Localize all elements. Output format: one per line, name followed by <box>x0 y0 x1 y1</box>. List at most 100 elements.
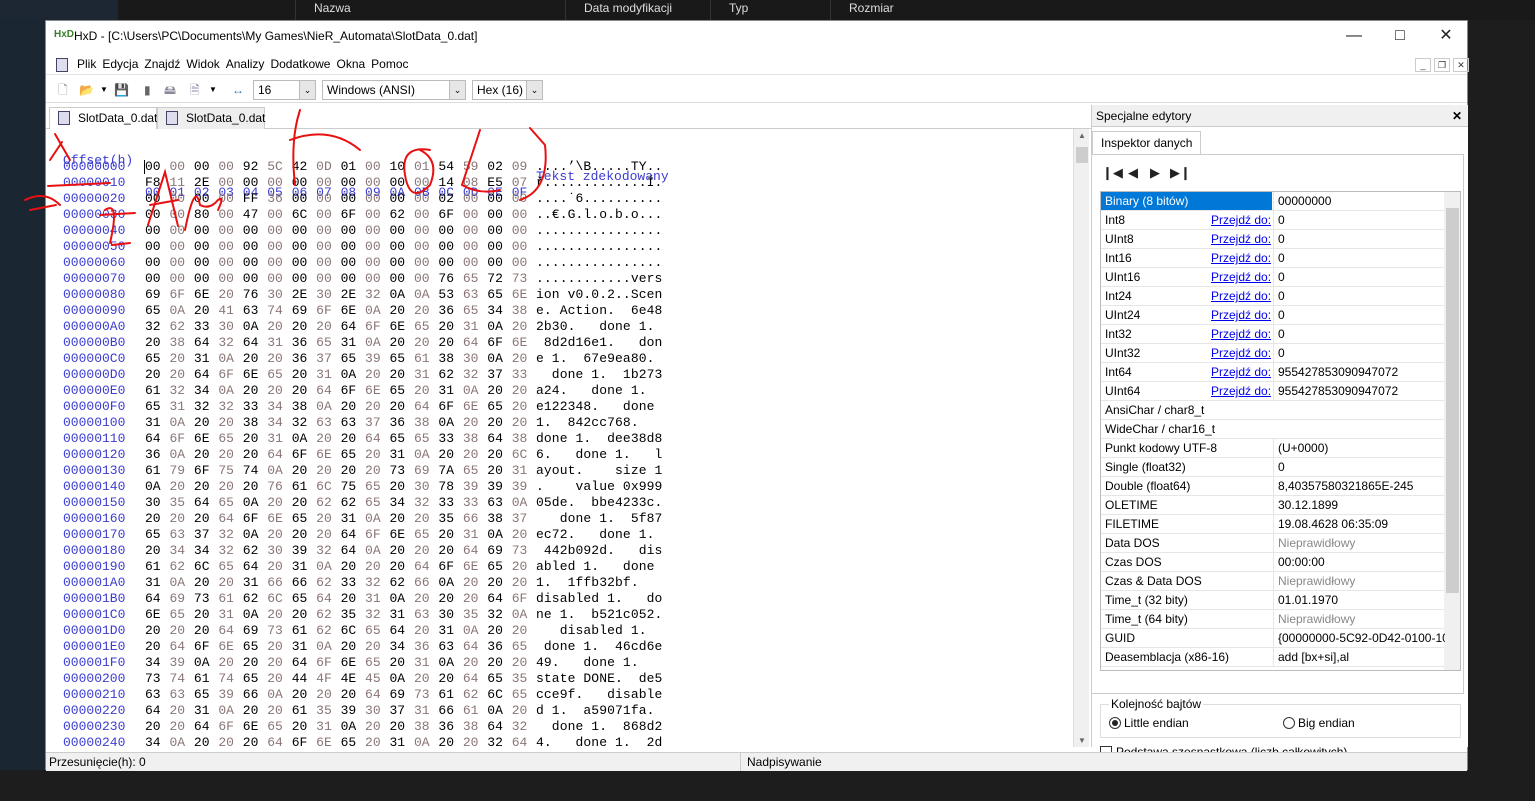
hex-byte[interactable]: 20 <box>267 383 287 399</box>
hex-byte[interactable]: 76 <box>438 271 458 287</box>
inspector-value[interactable]: 19.08.4628 06:35:09 <box>1273 515 1445 533</box>
hex-byte[interactable]: 36 <box>414 639 434 655</box>
hex-byte[interactable]: 65 <box>390 431 410 447</box>
hex-byte[interactable]: 65 <box>487 559 507 575</box>
goto-link[interactable]: Przejdź do: <box>1211 268 1271 286</box>
close-button[interactable]: ✕ <box>1423 25 1469 49</box>
decoded-text[interactable]: ec72. done 1. <box>536 527 662 543</box>
hex-byte[interactable]: 53 <box>438 287 458 303</box>
hex-byte[interactable]: 20 <box>292 687 312 703</box>
hex-byte[interactable]: 65 <box>218 559 238 575</box>
hex-byte[interactable]: 20 <box>438 543 458 559</box>
hex-byte[interactable]: 00 <box>145 239 165 255</box>
hex-byte[interactable]: 64 <box>145 591 165 607</box>
last-icon[interactable]: ▶❙ <box>1170 165 1191 181</box>
hex-byte[interactable]: 61 <box>145 383 165 399</box>
hex-byte[interactable]: 30 <box>267 543 287 559</box>
inspector-row[interactable]: Int64 Przejdź do: 955427853090947072 <box>1101 363 1444 382</box>
hex-byte[interactable]: 00 <box>169 223 189 239</box>
hex-byte[interactable]: 00 <box>243 271 263 287</box>
inspector-row[interactable]: UInt64 Przejdź do: 955427853090947072 <box>1101 382 1444 401</box>
disk-icon[interactable]: 🖴 <box>164 81 176 99</box>
menu-edycja[interactable]: Edycja <box>99 53 141 75</box>
hex-byte[interactable]: 20 <box>243 351 263 367</box>
hex-byte[interactable]: 34 <box>194 383 214 399</box>
inspector-value[interactable]: 30.12.1899 <box>1273 496 1445 514</box>
goto-link[interactable]: Przejdź do: <box>1211 382 1271 400</box>
goto-link[interactable]: Przejdź do: <box>1211 325 1271 343</box>
hex-byte[interactable]: 20 <box>512 703 532 719</box>
inspector-row[interactable]: Int16 Przejdź do: 0 <box>1101 249 1444 268</box>
hex-byte[interactable]: 66 <box>463 511 483 527</box>
hex-byte[interactable]: 69 <box>243 623 263 639</box>
hex-byte[interactable]: 20 <box>169 351 189 367</box>
hex-byte[interactable]: 00 <box>365 159 385 175</box>
maximize-button[interactable]: □ <box>1377 25 1423 49</box>
inspector-value[interactable]: 0 <box>1273 268 1445 286</box>
hex-byte[interactable]: 0A <box>438 415 458 431</box>
decoded-text[interactable]: 6. done 1. l <box>536 447 662 463</box>
hex-byte[interactable]: 6F <box>218 367 238 383</box>
hex-byte[interactable]: 20 <box>512 415 532 431</box>
hex-byte[interactable]: 64 <box>487 719 507 735</box>
hex-byte[interactable]: 20 <box>267 639 287 655</box>
hex-byte[interactable]: 47 <box>243 207 263 223</box>
hex-byte[interactable]: 35 <box>341 607 361 623</box>
hex-byte[interactable]: 36 <box>390 415 410 431</box>
hex-byte[interactable]: 00 <box>414 223 434 239</box>
inspector-row[interactable]: Time_t (64 bity) Nieprawidłowy <box>1101 610 1444 629</box>
hex-byte[interactable]: 20 <box>145 511 165 527</box>
hex-byte[interactable]: 6E <box>194 431 214 447</box>
inspector-value[interactable]: 0 <box>1273 458 1445 476</box>
hex-byte[interactable]: 65 <box>414 527 434 543</box>
hex-byte[interactable]: 65 <box>487 287 507 303</box>
hex-byte[interactable]: 65 <box>194 687 214 703</box>
hex-byte[interactable]: 02 <box>487 159 507 175</box>
hex-byte[interactable]: 64 <box>194 367 214 383</box>
hex-byte[interactable]: 30 <box>316 287 336 303</box>
inspector-value[interactable]: 0 <box>1273 249 1445 267</box>
hex-byte[interactable]: 20 <box>390 655 410 671</box>
hex-byte[interactable]: 0A <box>218 703 238 719</box>
little-endian-radio[interactable]: Little endian <box>1109 716 1189 730</box>
decoded-text[interactable]: ....’\B.....TY.. <box>536 159 662 175</box>
inspector-value[interactable]: add [bx+si],al <box>1273 648 1445 666</box>
hex-byte[interactable]: 0A <box>169 447 189 463</box>
hex-byte[interactable]: 35 <box>512 671 532 687</box>
hex-byte[interactable]: 00 <box>463 223 483 239</box>
hex-byte[interactable]: 6E <box>365 383 385 399</box>
hex-byte[interactable]: 00 <box>365 207 385 223</box>
hex-byte[interactable]: 20 <box>267 655 287 671</box>
hex-byte[interactable]: 36 <box>145 447 165 463</box>
hex-byte[interactable]: 20 <box>169 703 189 719</box>
hex-byte[interactable]: 33 <box>438 495 458 511</box>
hex-byte[interactable]: 20 <box>512 623 532 639</box>
hex-byte[interactable]: 62 <box>316 607 336 623</box>
hex-byte[interactable]: 20 <box>267 319 287 335</box>
hex-byte[interactable]: 00 <box>194 239 214 255</box>
hex-byte[interactable]: 20 <box>438 319 458 335</box>
hex-byte[interactable]: 00 <box>390 271 410 287</box>
hex-byte[interactable]: 44 <box>292 671 312 687</box>
hex-byte[interactable]: 20 <box>218 447 238 463</box>
hex-byte[interactable]: 61 <box>145 559 165 575</box>
hex-byte[interactable]: 6E <box>316 735 336 747</box>
hex-byte[interactable]: 32 <box>365 575 385 591</box>
hex-byte[interactable]: 6E <box>463 559 483 575</box>
hex-byte[interactable]: 20 <box>145 367 165 383</box>
decoded-text[interactable]: abled 1. done <box>536 559 662 575</box>
inspector-row[interactable]: Data DOS Nieprawidłowy <box>1101 534 1444 553</box>
hex-byte[interactable]: 64 <box>292 655 312 671</box>
hex-byte[interactable]: 00 <box>292 191 312 207</box>
hex-byte[interactable]: 20 <box>341 399 361 415</box>
hex-byte[interactable]: 31 <box>463 319 483 335</box>
hex-byte[interactable]: 31 <box>316 367 336 383</box>
inspector-value[interactable]: 0 <box>1273 325 1445 343</box>
hex-byte[interactable]: 34 <box>267 399 287 415</box>
hex-byte[interactable]: 6C <box>341 623 361 639</box>
hex-byte[interactable]: 20 <box>194 303 214 319</box>
hex-byte[interactable]: 20 <box>292 527 312 543</box>
hex-byte[interactable]: 38 <box>292 399 312 415</box>
hex-byte[interactable]: 65 <box>316 335 336 351</box>
hex-byte[interactable]: 20 <box>390 719 410 735</box>
